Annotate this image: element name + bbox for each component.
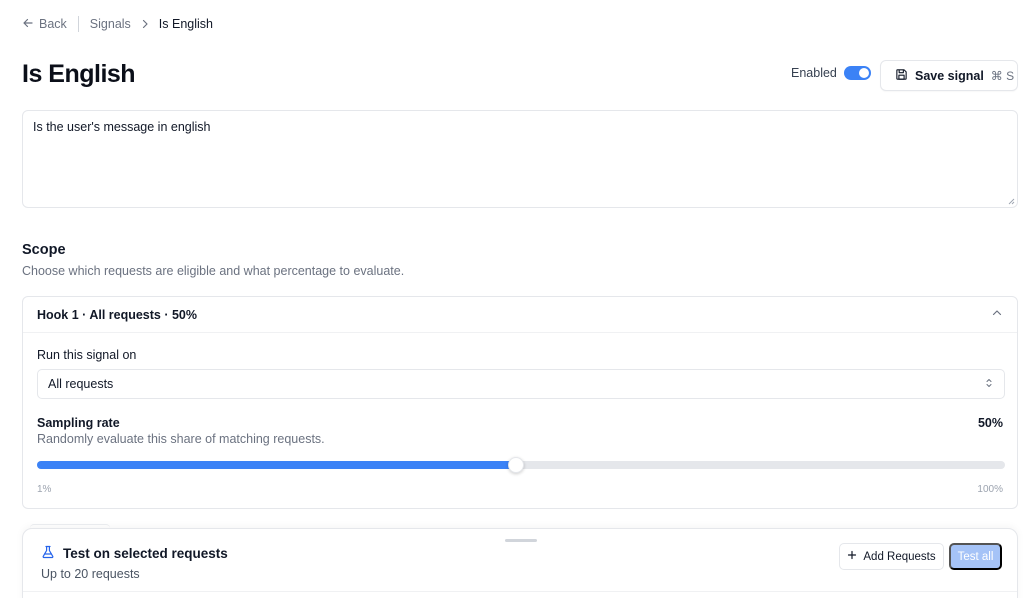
- test-panel-title: Test on selected requests: [41, 545, 228, 562]
- enabled-label: Enabled: [791, 66, 837, 80]
- floppy-disk-icon: [895, 68, 915, 84]
- run-on-select[interactable]: All requests: [37, 369, 1005, 399]
- signal-prompt-textarea[interactable]: Is the user's message in english: [22, 110, 1018, 208]
- arrow-left-icon: [22, 17, 34, 32]
- hook-card: Hook 1 · All requests · 50% Run this sig…: [22, 296, 1018, 509]
- panel-divider: [23, 591, 1017, 592]
- scope-heading: Scope: [22, 242, 66, 258]
- toggle-knob: [858, 68, 869, 78]
- hook-header[interactable]: Hook 1 · All requests · 50%: [23, 297, 1017, 333]
- add-requests-button[interactable]: Add Requests: [839, 543, 944, 570]
- test-panel: Test on selected requests Up to 20 reque…: [22, 528, 1018, 598]
- sampling-rate-slider[interactable]: [37, 457, 1005, 473]
- breadcrumb: Back Signals Is English: [22, 15, 213, 33]
- hook-title: Hook 1 · All requests · 50%: [37, 307, 197, 322]
- enabled-toggle[interactable]: [843, 66, 871, 80]
- test-panel-title-text: Test on selected requests: [63, 546, 228, 561]
- breadcrumb-current: Is English: [158, 17, 213, 31]
- save-shortcut: ⌘ S: [990, 68, 1015, 83]
- run-on-label: Run this signal on: [37, 348, 137, 362]
- enabled-toggle-group: Enabled: [791, 66, 871, 80]
- back-label: Back: [39, 17, 67, 31]
- plus-icon: [847, 550, 857, 563]
- sampling-rate-description: Randomly evaluate this share of matching…: [37, 432, 325, 446]
- save-signal-label: Save signal: [915, 68, 984, 83]
- breadcrumb-divider: [77, 16, 79, 32]
- flask-icon: [41, 545, 55, 562]
- signal-prompt-text: Is the user's message in english: [33, 120, 211, 134]
- save-signal-button[interactable]: Save signal ⌘ S: [880, 60, 1018, 91]
- slider-min-label: 1%: [37, 484, 52, 495]
- slider-max-label: 100%: [977, 484, 1003, 495]
- chevron-right-icon: [140, 19, 150, 29]
- scope-description: Choose which requests are eligible and w…: [22, 264, 405, 278]
- drag-handle[interactable]: [505, 539, 537, 542]
- sampling-rate-label: Sampling rate: [37, 416, 120, 430]
- chevron-up-icon[interactable]: [991, 306, 1003, 324]
- slider-fill: [37, 461, 517, 469]
- page-title: Is English: [22, 60, 136, 88]
- test-panel-subtitle: Up to 20 requests: [41, 567, 140, 581]
- chevron-up-down-icon: [985, 377, 993, 391]
- back-link[interactable]: Back: [22, 17, 67, 32]
- slider-thumb[interactable]: [508, 457, 525, 473]
- add-requests-label: Add Requests: [863, 550, 936, 563]
- run-on-value: All requests: [48, 377, 114, 391]
- resize-grip-icon[interactable]: [1007, 197, 1015, 205]
- breadcrumb-signals-link[interactable]: Signals: [90, 17, 131, 31]
- test-all-button[interactable]: Test all: [949, 543, 1002, 570]
- sampling-rate-value: 50%: [977, 416, 1003, 430]
